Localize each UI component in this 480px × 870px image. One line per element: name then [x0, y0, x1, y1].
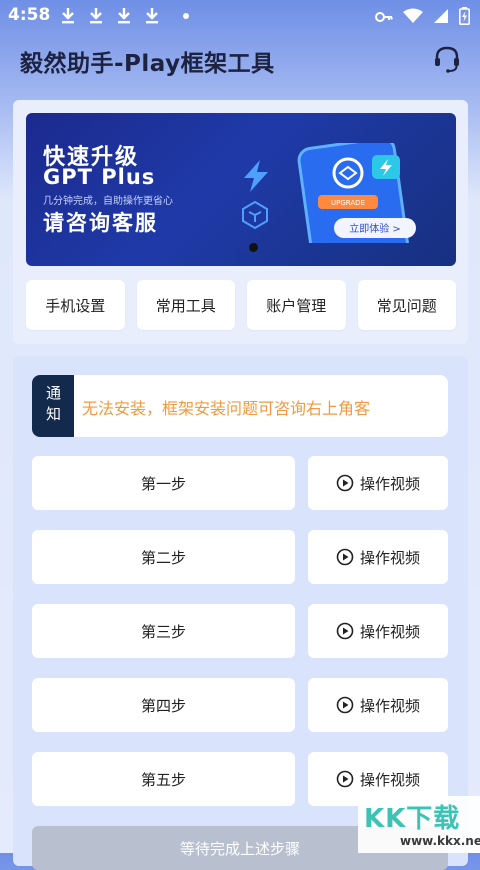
notice-bar: 通知 无法安装，框架安装问题可咨询右上角客 — [32, 375, 448, 437]
step-row: 第三步 操作视频 — [32, 604, 448, 658]
download-icon — [60, 6, 76, 24]
step-2-button[interactable]: 第二步 — [32, 530, 295, 584]
download-icon — [88, 6, 104, 24]
headset-icon[interactable] — [432, 44, 462, 74]
play-circle-icon — [336, 770, 354, 788]
play-circle-icon — [336, 622, 354, 640]
steps-card: 通知 无法安装，框架安装问题可咨询右上角客 第一步 操作视频 第二步 操作视频 … — [13, 356, 468, 870]
notice-tag-text: 通知 — [44, 385, 62, 427]
banner-tagline: 几分钟完成，自助操作更省心 — [43, 196, 173, 207]
carousel-dot[interactable] — [249, 243, 258, 252]
signal-icon — [433, 8, 449, 28]
quick-buttons: 手机设置 常用工具 账户管理 常见问题 — [26, 280, 456, 330]
watermark-url: www.kkx.net — [400, 834, 480, 848]
play-circle-icon — [336, 548, 354, 566]
faq-button[interactable]: 常见问题 — [357, 280, 456, 330]
banner-subtitle: GPT Plus — [43, 165, 156, 189]
app-header: 毅然助手-Play框架工具 — [0, 32, 480, 88]
promo-banner[interactable]: 快速升级 GPT Plus 几分钟完成，自助操作更省心 请咨询客服 UPGRAD… — [26, 113, 456, 266]
video-label: 操作视频 — [359, 770, 420, 789]
step-3-video-button[interactable]: 操作视频 — [308, 604, 448, 658]
video-label: 操作视频 — [359, 622, 420, 641]
download-icon — [144, 6, 160, 24]
system-icons — [375, 7, 470, 29]
wifi-icon — [403, 8, 423, 28]
video-label: 操作视频 — [359, 474, 420, 493]
step-4-video-button[interactable]: 操作视频 — [308, 678, 448, 732]
step-row: 第四步 操作视频 — [32, 678, 448, 732]
step-1-button[interactable]: 第一步 — [32, 456, 295, 510]
phone-badge: UPGRADE — [331, 199, 365, 207]
notification-icons — [60, 6, 160, 24]
download-icon — [116, 6, 132, 24]
step-5-button[interactable]: 第五步 — [32, 752, 295, 806]
step-row: 第一步 操作视频 — [32, 456, 448, 510]
common-tools-button[interactable]: 常用工具 — [136, 280, 235, 330]
watermark-logo: KK下载 — [364, 804, 461, 834]
more-notifications-dot — [183, 13, 189, 19]
phone-illustration: UPGRADE 立即体验 > — [296, 136, 426, 266]
step-1-video-button[interactable]: 操作视频 — [308, 456, 448, 510]
notice-text: 无法安装，框架安装问题可咨询右上角客 — [82, 399, 371, 418]
key-icon — [375, 9, 393, 28]
account-management-button[interactable]: 账户管理 — [247, 280, 346, 330]
step-3-button[interactable]: 第三步 — [32, 604, 295, 658]
play-circle-icon — [336, 474, 354, 492]
banner-cta-text: 请咨询客服 — [43, 211, 158, 235]
watermark: KK下载 www.kkx.net — [358, 796, 480, 853]
status-time: 4:58 — [8, 5, 51, 25]
lightning-icon — [244, 160, 268, 192]
step-2-video-button[interactable]: 操作视频 — [308, 530, 448, 584]
play-circle-icon — [336, 696, 354, 714]
step-row: 第二步 操作视频 — [32, 530, 448, 584]
page-title: 毅然助手-Play框架工具 — [20, 51, 275, 77]
cube-icon — [242, 200, 268, 230]
video-label: 操作视频 — [359, 696, 420, 715]
top-card: 快速升级 GPT Plus 几分钟完成，自助操作更省心 请咨询客服 UPGRAD… — [13, 100, 468, 344]
phone-button-text: 立即体验 > — [349, 222, 401, 235]
step-4-button[interactable]: 第四步 — [32, 678, 295, 732]
notice-tag: 通知 — [32, 375, 74, 437]
video-label: 操作视频 — [359, 548, 420, 567]
battery-icon — [459, 7, 470, 29]
status-bar: 4:58 — [0, 0, 480, 32]
phone-settings-button[interactable]: 手机设置 — [26, 280, 125, 330]
